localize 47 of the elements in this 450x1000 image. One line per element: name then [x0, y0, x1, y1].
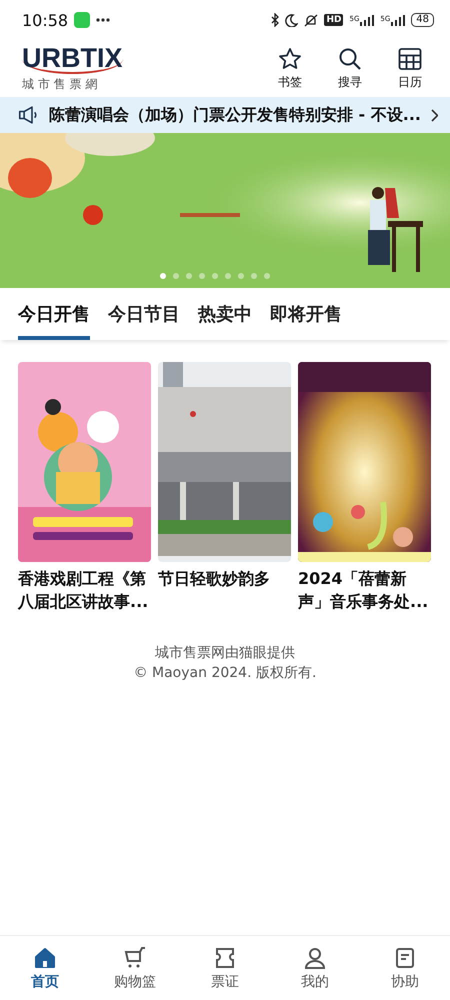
muted-bell-icon	[304, 14, 318, 26]
search-icon	[338, 46, 362, 70]
carousel-dot[interactable]	[225, 273, 231, 279]
moon-icon	[285, 14, 298, 26]
category-tab[interactable]: 热卖中	[198, 288, 252, 340]
carousel-dot[interactable]	[212, 273, 218, 279]
ticket-icon	[213, 946, 237, 970]
carousel-dot[interactable]	[199, 273, 205, 279]
bluetooth-icon	[271, 13, 280, 27]
event-title[interactable]: 香港戏剧工程《第八届北区讲故事...	[18, 567, 158, 613]
chevron-right-icon[interactable]	[431, 108, 438, 122]
ticket-nav-tab[interactable]: 票证	[180, 936, 270, 1000]
megaphone-icon	[18, 104, 39, 126]
document-icon	[393, 946, 417, 970]
urbtix-logo: URBTIX	[22, 44, 122, 74]
user-icon	[303, 946, 327, 970]
chat-app-icon	[74, 12, 90, 28]
calendar-icon	[398, 46, 422, 70]
signal-icon	[391, 14, 406, 26]
signal-icon	[360, 14, 374, 26]
cart-icon	[123, 946, 147, 970]
carousel-dot[interactable]	[264, 273, 270, 279]
home-icon	[33, 946, 57, 970]
copyright-text: © Maoyan 2024. 版权所有.	[134, 664, 316, 683]
search-button[interactable]: 搜寻	[320, 46, 380, 90]
category-tab[interactable]: 即将开售	[270, 288, 342, 340]
battery-indicator: 48	[411, 13, 434, 27]
clock-time: 10:58	[22, 10, 68, 30]
more-icon	[96, 18, 110, 22]
event-title[interactable]: 2024「蓓蕾新声」音乐事务处...	[298, 567, 438, 613]
help-nav-tab[interactable]: 协助	[360, 936, 450, 1000]
carousel-dot[interactable]	[238, 273, 244, 279]
logo-subtitle: 城 市 售 票 網	[22, 76, 98, 93]
bookmark-star-icon	[278, 46, 302, 70]
hd-badge: HD	[324, 14, 344, 26]
category-tab[interactable]: 今日节目	[108, 288, 180, 340]
carousel-dot[interactable]	[186, 273, 192, 279]
calendar-button[interactable]: 日历	[380, 46, 440, 90]
provider-text: 城市售票网由猫眼提供	[155, 644, 295, 663]
cart-nav-tab[interactable]: 购物篮	[90, 936, 180, 1000]
category-tab[interactable]: 今日开售	[18, 288, 90, 340]
bookmarks-button[interactable]: 书签	[260, 46, 320, 90]
event-title[interactable]: 节日轻歌妙韵多	[158, 567, 298, 590]
user-nav-tab[interactable]: 我的	[270, 936, 360, 1000]
carousel-dot[interactable]	[251, 273, 257, 279]
carousel-dot[interactable]	[173, 273, 179, 279]
home-nav-tab[interactable]: 首页	[0, 936, 90, 1000]
